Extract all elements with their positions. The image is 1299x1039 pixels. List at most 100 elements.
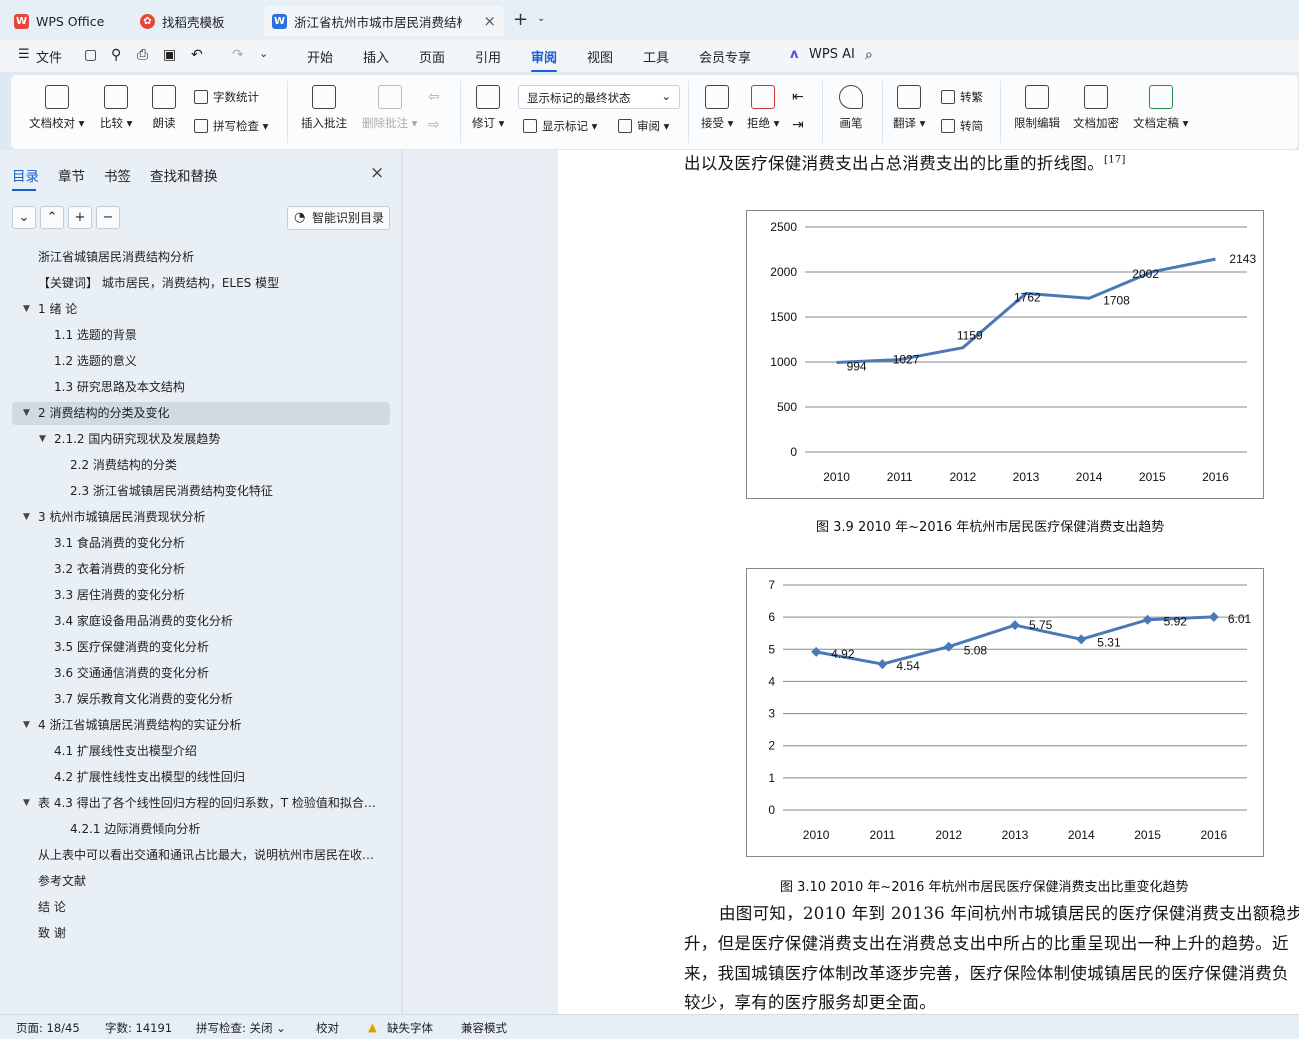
toc-item[interactable]: ▼ 2.1.2 国内研究现状及发展趋势: [12, 428, 390, 451]
hamburger-icon[interactable]: ☰: [18, 47, 30, 62]
menu-start[interactable]: 开始: [307, 47, 333, 66]
tab-template[interactable]: ✿ 找稻壳模板: [132, 6, 256, 36]
spell-check-button[interactable]: 拼写检查 ▾: [194, 118, 268, 134]
toc-item[interactable]: ▼ 3 杭州市城镇居民消费现状分析: [12, 506, 390, 529]
toc-item[interactable]: 3.5 医疗保健消费的变化分析: [12, 636, 390, 659]
menu-member[interactable]: 会员专享: [699, 47, 751, 66]
show-markup-button[interactable]: 显示标记 ▾: [523, 118, 597, 134]
accept-button[interactable]: 接受 ▾: [701, 85, 733, 131]
expand-arrow-icon[interactable]: ▼: [23, 792, 30, 815]
menu-insert[interactable]: 插入: [363, 47, 389, 66]
compare-button[interactable]: 比较 ▾: [100, 85, 132, 131]
translate-button[interactable]: 翻译 ▾: [893, 85, 925, 131]
plus-icon[interactable]: +: [68, 206, 92, 229]
toc-item[interactable]: 3.4 家庭设备用品消费的变化分析: [12, 610, 390, 633]
toc-item[interactable]: 1.1 选题的背景: [12, 324, 390, 347]
menu-review[interactable]: 审阅: [531, 47, 558, 72]
close-icon[interactable]: ×: [370, 163, 384, 183]
expand-arrow-icon[interactable]: ▼: [39, 428, 46, 451]
menu-references[interactable]: 引用: [475, 47, 501, 66]
toc-item[interactable]: ▼ 2 消费结构的分类及变化: [12, 402, 390, 425]
toc-item[interactable]: 参考文献: [12, 870, 390, 893]
toc-item[interactable]: 3.7 娱乐教育文化消费的变化分析: [12, 688, 390, 711]
toc-item[interactable]: ▼ 表 4.3 得出了各个线性回归方程的回归系数，T 检验值和拟合优度: [12, 792, 390, 815]
menu-page[interactable]: 页面: [419, 47, 445, 66]
share-icon[interactable]: ⚲: [111, 47, 121, 63]
toc-item[interactable]: 致 谢: [12, 922, 390, 945]
status-spell-check[interactable]: 拼写检查: 关闭 ⌄: [196, 1020, 286, 1036]
toc-item[interactable]: ▼ 1 绪 论: [12, 298, 390, 321]
expand-arrow-icon[interactable]: ▼: [23, 298, 30, 321]
save-icon[interactable]: ▢: [84, 47, 97, 63]
expand-arrow-icon[interactable]: ▼: [23, 506, 30, 529]
toc-item[interactable]: 浙江省城镇居民消费结构分析: [12, 246, 390, 269]
to-traditional-button[interactable]: 转繁: [941, 89, 983, 105]
next-comment-icon[interactable]: ⇨: [428, 117, 440, 133]
proofread-button[interactable]: 文档校对 ▾: [29, 85, 84, 131]
restrict-edit-button[interactable]: 限制编辑: [1014, 85, 1060, 131]
toc-item[interactable]: 3.1 食品消费的变化分析: [12, 532, 390, 555]
to-simplified-button[interactable]: 转简: [941, 118, 983, 134]
toc-item[interactable]: 2.3 浙江省城镇居民消费结构变化特征: [12, 480, 390, 503]
minus-icon[interactable]: −: [96, 206, 120, 229]
toc-item[interactable]: 2.2 消费结构的分类: [12, 454, 390, 477]
toc-item[interactable]: 3.3 居住消费的变化分析: [12, 584, 390, 607]
pen-button[interactable]: 画笔: [839, 85, 863, 131]
tab-wps-office[interactable]: W WPS Office: [6, 6, 123, 36]
toc-item[interactable]: 4.1 扩展线性支出模型介绍: [12, 740, 390, 763]
menu-tools[interactable]: 工具: [643, 47, 669, 66]
markup-state-select[interactable]: 显示标记的最终状态 ⌄: [518, 85, 680, 109]
print-preview-icon[interactable]: ▣: [163, 47, 176, 63]
nav-tab-bookmarks[interactable]: 书签: [104, 165, 131, 185]
insert-comment-button[interactable]: 插入批注: [301, 85, 347, 131]
reject-button[interactable]: 拒绝 ▾: [747, 85, 779, 131]
toc-item[interactable]: 【关键词】 城市居民，消费结构，ELES 模型: [12, 272, 390, 295]
expand-arrow-icon[interactable]: ▼: [23, 402, 30, 425]
toc-item[interactable]: ▼ 4 浙江省城镇居民消费结构的实证分析: [12, 714, 390, 737]
toc-item[interactable]: 从上表中可以看出交通和通讯占比最大，说明杭州市居民在收入增加时: [12, 844, 390, 867]
word-count-button[interactable]: 字数统计: [194, 89, 259, 105]
undo-icon[interactable]: ↶: [191, 47, 203, 63]
print-icon[interactable]: ⎙: [137, 47, 148, 63]
menu-view[interactable]: 视图: [587, 47, 613, 66]
search-icon[interactable]: ⌕: [865, 47, 873, 63]
encrypt-button[interactable]: 文档加密: [1073, 85, 1119, 131]
new-tab-plus-icon[interactable]: +: [513, 9, 528, 30]
toc-item[interactable]: 4.2 扩展性线性支出模型的线性回归: [12, 766, 390, 789]
toc-item[interactable]: 1.2 选题的意义: [12, 350, 390, 373]
nav-tab-find-replace[interactable]: 查找和替换: [150, 165, 218, 185]
nav-tab-toc[interactable]: 目录: [12, 165, 39, 191]
chart-medical-ratio[interactable]: 0 1 2 3 4 5 6 7 2010 2011 2012 2013 2014 2015 2016 4.92…: [746, 568, 1264, 857]
prev-change-icon[interactable]: ⇤: [792, 89, 804, 105]
toc-item[interactable]: 1.3 研究思路及本文结构: [12, 376, 390, 399]
collapse-chevron-down-icon[interactable]: ⌄: [12, 206, 36, 229]
prev-comment-icon[interactable]: ⇦: [428, 89, 440, 105]
next-change-icon[interactable]: ⇥: [792, 117, 804, 133]
tab-document[interactable]: W 浙江省杭州市城市居民消费结构 ×: [264, 6, 504, 36]
delete-comment-button[interactable]: 删除批注 ▾: [362, 85, 417, 131]
menu-file[interactable]: 文件: [36, 47, 62, 66]
status-proofread[interactable]: 校对: [316, 1020, 339, 1036]
menu-wps-ai[interactable]: WPS AI: [809, 47, 855, 62]
toc-item[interactable]: 3.2 衣着消费的变化分析: [12, 558, 390, 581]
finalize-button[interactable]: 文档定稿 ▾: [1133, 85, 1188, 131]
nav-tab-sections[interactable]: 章节: [58, 165, 85, 185]
review-pane-button[interactable]: 审阅 ▾: [618, 118, 669, 134]
status-word-count[interactable]: 字数: 14191: [105, 1020, 172, 1036]
expand-arrow-icon[interactable]: ▼: [23, 714, 30, 737]
chevron-down-icon[interactable]: ⌄: [537, 13, 545, 24]
read-aloud-button[interactable]: 朗读: [152, 85, 176, 131]
close-icon[interactable]: ×: [483, 12, 496, 30]
toc-item[interactable]: 4.2.1 边际消费倾向分析: [12, 818, 390, 841]
chevron-down-icon[interactable]: ⌄: [259, 47, 268, 60]
toc-item[interactable]: 结 论: [12, 896, 390, 919]
status-page[interactable]: 页面: 18/45: [16, 1020, 80, 1036]
smart-toc-button[interactable]: ◔ 智能识别目录: [287, 206, 390, 230]
toc-item[interactable]: 3.6 交通通信消费的变化分析: [12, 662, 390, 685]
chart-medical-expense[interactable]: 0 500 1000 1500 2000 2500 2010 2011 2012 2013 2014…: [746, 210, 1264, 499]
revise-button[interactable]: 修订 ▾: [472, 85, 504, 131]
document-page[interactable]: 出以及医疗保健消费支出占总消费支出的比重的折线图。[17] 0 500 1000 15…: [558, 150, 1299, 1014]
redo-icon[interactable]: ↷: [232, 47, 244, 63]
status-compat-mode[interactable]: 兼容模式: [461, 1020, 507, 1036]
status-missing-font[interactable]: 缺失字体: [387, 1020, 433, 1036]
